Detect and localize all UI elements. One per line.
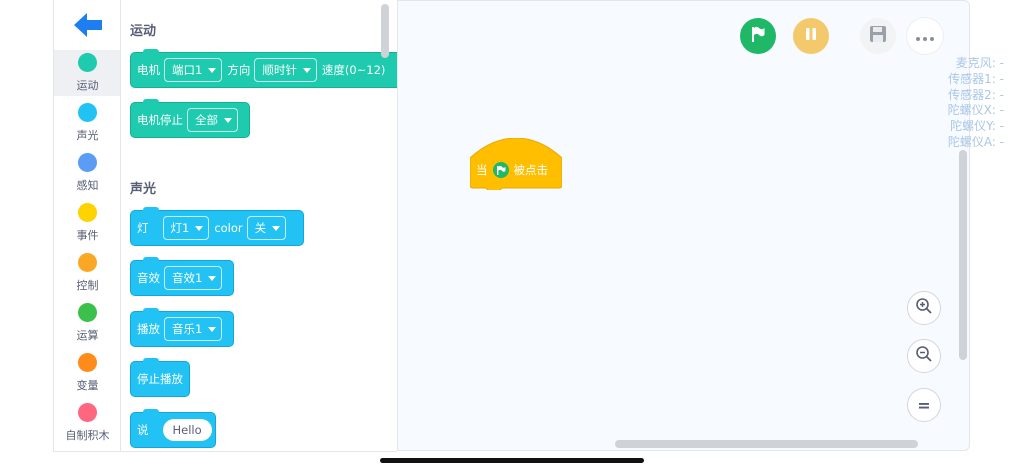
code-workspace[interactable]	[397, 0, 970, 451]
pause-button[interactable]	[793, 18, 829, 54]
run-green-flag-button[interactable]	[740, 18, 776, 54]
category-label: 自制积木	[65, 429, 110, 442]
workspace-horizontal-scrollbar[interactable]	[615, 440, 918, 448]
light-block[interactable]: 灯 灯1 color 关	[130, 207, 304, 246]
gyro-x: 陀螺仪X: -	[947, 103, 1004, 118]
zoom-out-button[interactable]	[907, 339, 941, 373]
palette-scrollbar[interactable]	[381, 4, 389, 58]
motor-block[interactable]: 电机 端口1 方向 顺时针 速度(0~12)	[130, 49, 397, 88]
motor-port-dropdown[interactable]: 端口1	[164, 58, 223, 82]
category-label: 变量	[76, 379, 99, 392]
floppy-disk-icon	[869, 25, 887, 47]
category-events[interactable]: 事件	[54, 200, 121, 246]
gyro-y: 陀螺仪Y: -	[950, 119, 1004, 134]
category-variables[interactable]: 变量	[54, 350, 121, 396]
palette-section-motion: 运动	[130, 24, 157, 39]
home-indicator[interactable]	[380, 458, 644, 463]
green-flag-icon	[748, 24, 768, 48]
palette-section-sound: 声光	[130, 182, 157, 197]
zoom-in-button[interactable]	[907, 291, 941, 325]
sound-effect-value: 音效1	[172, 271, 203, 285]
sensor-2: 传感器2: -	[948, 87, 1004, 102]
light-state-value: 关	[254, 221, 267, 235]
light-value: 灯1	[170, 221, 190, 235]
say-label: 说	[137, 423, 149, 437]
motor-direction-dropdown[interactable]: 顺时针	[254, 58, 317, 82]
category-operators[interactable]: 运算	[54, 300, 121, 346]
motor-label: 电机	[137, 63, 160, 77]
light-color-label: color	[214, 221, 243, 235]
motor-stop-label: 电机停止	[137, 113, 183, 127]
light-dropdown[interactable]: 灯1	[162, 216, 210, 240]
motor-stop-dropdown[interactable]: 全部	[187, 108, 238, 132]
play-music-value: 音乐1	[172, 322, 203, 336]
category-label: 控制	[76, 279, 99, 292]
category-sensing[interactable]: 感知	[54, 150, 121, 196]
ellipsis-icon	[915, 27, 935, 46]
category-motion[interactable]: 运动	[54, 50, 121, 96]
motor-port-value: 端口1	[172, 63, 203, 77]
category-rail: 运动 声光 感知 事件 控制 运算 变量 自制积木	[53, 0, 121, 452]
caret-down-icon	[224, 117, 232, 123]
play-music-block[interactable]: 播放 音乐1	[130, 308, 234, 347]
say-block[interactable]: 说 Hello	[130, 409, 216, 448]
zoom-reset-button[interactable]: =	[907, 388, 941, 422]
pause-icon	[803, 26, 819, 46]
motor-direction-value: 顺时针	[262, 63, 297, 77]
category-my-blocks[interactable]: 自制积木	[54, 400, 121, 446]
sensor-microphone: 麦克风: -	[955, 56, 1004, 70]
category-label: 声光	[76, 129, 99, 142]
stop-play-label: 停止播放	[137, 372, 183, 386]
hat-suffix: 被点击	[513, 163, 549, 177]
light-label: 灯	[137, 221, 149, 235]
category-label: 运算	[76, 329, 99, 342]
caret-down-icon	[208, 67, 217, 73]
zoom-out-icon	[915, 345, 933, 367]
sensor-1: 传感器1: -	[948, 71, 1004, 86]
play-music-dropdown[interactable]: 音乐1	[164, 317, 223, 341]
motion-dot-icon	[78, 53, 97, 72]
block-palette: 运动 电机 端口1 方向 顺时针 速度(0~12) 电机停止 全部 声光 灯 灯…	[120, 0, 397, 452]
caret-down-icon	[302, 67, 311, 73]
events-dot-icon	[78, 203, 97, 222]
hat-block-label: 当 被点击	[476, 162, 548, 178]
zoom-in-icon	[915, 297, 933, 319]
sensing-dot-icon	[78, 153, 97, 172]
sound-effect-label: 音效	[137, 271, 160, 285]
category-sound[interactable]: 声光	[54, 100, 121, 146]
say-text-input[interactable]: Hello	[162, 419, 212, 441]
back-arrow-icon[interactable]	[74, 12, 104, 38]
green-flag-icon	[492, 162, 509, 178]
caret-down-icon	[208, 326, 217, 332]
motor-speed-label: 速度(0~12)	[321, 63, 386, 77]
more-options-button[interactable]	[907, 18, 943, 54]
motor-dir-label: 方向	[227, 63, 251, 77]
motor-stop-value: 全部	[195, 113, 218, 127]
category-label: 感知	[76, 179, 99, 192]
my-blocks-dot-icon	[78, 403, 97, 422]
hat-prefix: 当	[476, 163, 488, 177]
caret-down-icon	[272, 225, 281, 231]
category-control[interactable]: 控制	[54, 250, 121, 296]
operators-dot-icon	[78, 303, 97, 322]
play-label: 播放	[137, 322, 160, 336]
sound-effect-block[interactable]: 音效 音效1	[130, 257, 234, 296]
gyro-a: 陀螺仪A: -	[947, 134, 1004, 149]
save-button[interactable]	[860, 18, 896, 54]
sound-effect-dropdown[interactable]: 音效1	[164, 266, 223, 290]
caret-down-icon	[195, 225, 204, 231]
motor-stop-block[interactable]: 电机停止 全部	[130, 99, 250, 138]
control-dot-icon	[78, 253, 97, 272]
light-state-dropdown[interactable]: 关	[246, 216, 287, 240]
sound-dot-icon	[78, 103, 97, 122]
category-label: 运动	[76, 79, 99, 92]
variables-dot-icon	[78, 353, 97, 372]
caret-down-icon	[208, 275, 217, 281]
stop-play-block[interactable]: 停止播放	[130, 358, 190, 397]
workspace-vertical-scrollbar[interactable]	[959, 150, 967, 360]
sensor-readouts: 麦克风: - 传感器1: - 传感器2: - 陀螺仪X: - 陀螺仪Y: - 陀…	[948, 56, 1004, 151]
category-label: 事件	[76, 229, 99, 242]
